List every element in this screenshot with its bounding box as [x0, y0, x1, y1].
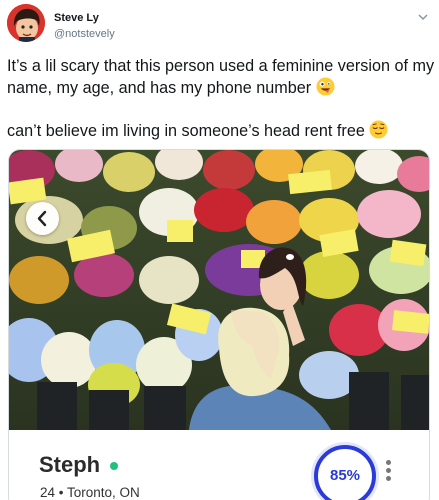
profile-age-location: 24 • Toronto, ON: [40, 485, 140, 500]
zany-face-emoji-icon: [316, 77, 335, 96]
tweet-header: Steve Ly @notstevely: [7, 4, 432, 44]
tweet-text-line1: It’s a lil scary that this person used a…: [7, 57, 435, 97]
avatar[interactable]: [7, 4, 45, 42]
user-handle[interactable]: @notstevely: [54, 28, 115, 40]
embedded-profile-card[interactable]: Steph 24 • Toronto, ON 85%: [8, 149, 430, 500]
profile-photo[interactable]: [9, 150, 429, 430]
profile-summary: Steph 24 • Toronto, ON 85%: [9, 430, 429, 500]
online-status-indicator: [110, 462, 118, 470]
chevron-left-icon: [37, 210, 47, 227]
match-percentage: 85%: [329, 467, 361, 484]
match-percentage-badge[interactable]: 85%: [314, 445, 376, 500]
flower-market-photo: [9, 150, 429, 430]
vertical-dots-icon[interactable]: [382, 460, 394, 486]
tweet-text-line2: can’t believe im living in someone’s hea…: [7, 122, 365, 140]
tweet-text: It’s a lil scary that this person used a…: [7, 55, 435, 142]
relieved-face-emoji-icon: [369, 120, 388, 139]
chevron-down-icon[interactable]: [416, 10, 430, 22]
display-name[interactable]: Steve Ly: [54, 12, 99, 24]
avatar-illustration: [7, 4, 45, 42]
carousel-prev-button[interactable]: [26, 202, 59, 235]
tweet-paragraph: can’t believe im living in someone’s hea…: [7, 120, 435, 142]
tweet-paragraph: It’s a lil scary that this person used a…: [7, 55, 435, 99]
profile-name[interactable]: Steph: [39, 452, 100, 478]
